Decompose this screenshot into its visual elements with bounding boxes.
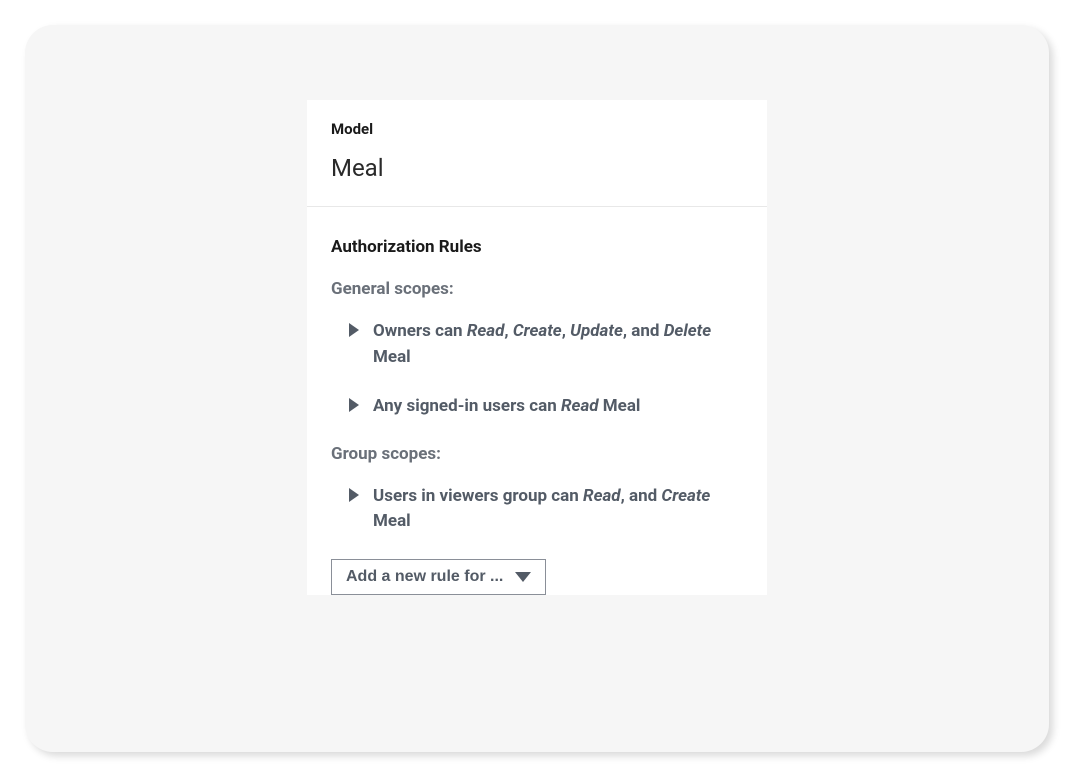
caret-down-icon xyxy=(515,572,531,582)
rule-signed-in-text: Any signed-in users can Read Meal xyxy=(373,394,640,420)
auth-rules-title: Authorization Rules xyxy=(331,237,743,257)
rule-viewers-group[interactable]: Users in viewers group can Read, and Cre… xyxy=(331,484,743,535)
model-name: Meal xyxy=(331,154,743,182)
panel-body: Authorization Rules General scopes: Owne… xyxy=(307,207,767,595)
rule-owners-text: Owners can Read, Create, Update, and Del… xyxy=(373,319,733,370)
disclosure-triangle-icon xyxy=(349,398,359,412)
add-rule-button[interactable]: Add a new rule for ... xyxy=(331,559,546,595)
add-rule-button-label: Add a new rule for ... xyxy=(346,568,503,586)
disclosure-triangle-icon xyxy=(349,323,359,337)
rule-owners[interactable]: Owners can Read, Create, Update, and Del… xyxy=(331,319,743,370)
disclosure-triangle-icon xyxy=(349,488,359,502)
outer-card: Model Meal Authorization Rules General s… xyxy=(25,25,1049,752)
panel-header: Model Meal xyxy=(307,100,767,207)
model-label: Model xyxy=(331,120,743,138)
model-panel: Model Meal Authorization Rules General s… xyxy=(307,100,767,595)
rule-viewers-group-text: Users in viewers group can Read, and Cre… xyxy=(373,484,733,535)
group-scopes-label: Group scopes: xyxy=(331,444,743,464)
general-scopes-label: General scopes: xyxy=(331,279,743,299)
rule-signed-in[interactable]: Any signed-in users can Read Meal xyxy=(331,394,743,420)
